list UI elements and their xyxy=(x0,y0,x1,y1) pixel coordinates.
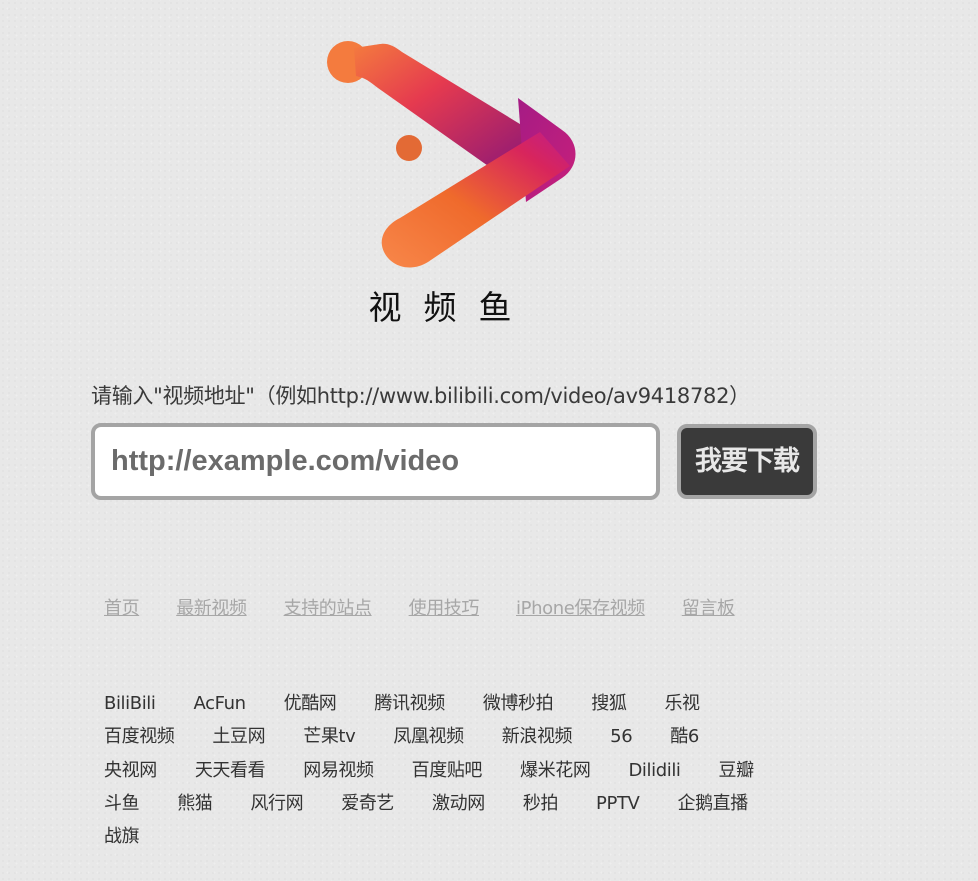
download-button[interactable]: 我要下载 xyxy=(677,424,817,499)
site-item: 土豆网 xyxy=(212,726,266,748)
site-item: 激动网 xyxy=(432,792,485,814)
site-item: 风行网 xyxy=(250,792,304,814)
site-item: 战旗 xyxy=(104,826,140,848)
site-item: AcFun xyxy=(193,693,246,714)
video-url-input[interactable] xyxy=(91,423,660,500)
site-item: 央视网 xyxy=(104,759,157,781)
nav-link-guestbook[interactable]: 留言板 xyxy=(682,596,735,622)
site-name: 视频鱼 xyxy=(368,288,534,327)
nav-link-tips[interactable]: 使用技巧 xyxy=(409,596,480,622)
site-item: 芒果tv xyxy=(303,726,356,748)
site-item: 熊猫 xyxy=(177,792,213,814)
site-item: 微博秒拍 xyxy=(482,693,554,714)
site-item: 爆米花网 xyxy=(520,759,591,781)
site-item: 搜狐 xyxy=(591,693,627,714)
nav-link-supported-sites[interactable]: 支持的站点 xyxy=(284,596,372,622)
url-prompt: 请输入"视频地址"（例如http://www.bilibili.com/vide… xyxy=(91,384,750,408)
site-item: PPTV xyxy=(596,792,640,814)
site-item: 凤凰视频 xyxy=(393,726,464,748)
site-item: 腾讯视频 xyxy=(374,693,445,714)
nav-link-latest-videos[interactable]: 最新视频 xyxy=(176,596,247,622)
supported-sites-list: BiliBili AcFun 优酷网 腾讯视频 微博秒拍 搜狐 乐视 百度视频 … xyxy=(104,687,824,853)
site-item: 新浪视频 xyxy=(501,726,573,748)
site-item: 天天看看 xyxy=(194,759,266,781)
site-item: 企鹅直播 xyxy=(677,792,748,814)
site-item: Dilidili xyxy=(628,759,681,781)
nav-link-home[interactable]: 首页 xyxy=(104,596,140,622)
nav-link-iphone-save[interactable]: iPhone保存视频 xyxy=(516,596,645,622)
site-item: 秒拍 xyxy=(522,792,559,814)
site-item: 豆瓣 xyxy=(718,759,755,781)
site-item: 乐视 xyxy=(664,693,700,714)
site-item: 百度视频 xyxy=(104,726,175,748)
site-item: 优酷网 xyxy=(283,693,337,714)
play-triangle-fish-icon xyxy=(327,41,576,268)
main-nav: 首页 最新视频 支持的站点 使用技巧 iPhone保存视频 留言板 xyxy=(104,596,772,622)
site-item: BiliBili xyxy=(104,693,156,714)
site-item: 酷6 xyxy=(670,726,699,748)
site-item: 百度贴吧 xyxy=(411,759,483,781)
site-item: 网易视频 xyxy=(303,759,374,781)
logo xyxy=(318,38,588,273)
site-item: 爱奇艺 xyxy=(341,792,395,814)
site-item: 斗鱼 xyxy=(104,792,140,814)
site-item: 56 xyxy=(610,726,633,748)
